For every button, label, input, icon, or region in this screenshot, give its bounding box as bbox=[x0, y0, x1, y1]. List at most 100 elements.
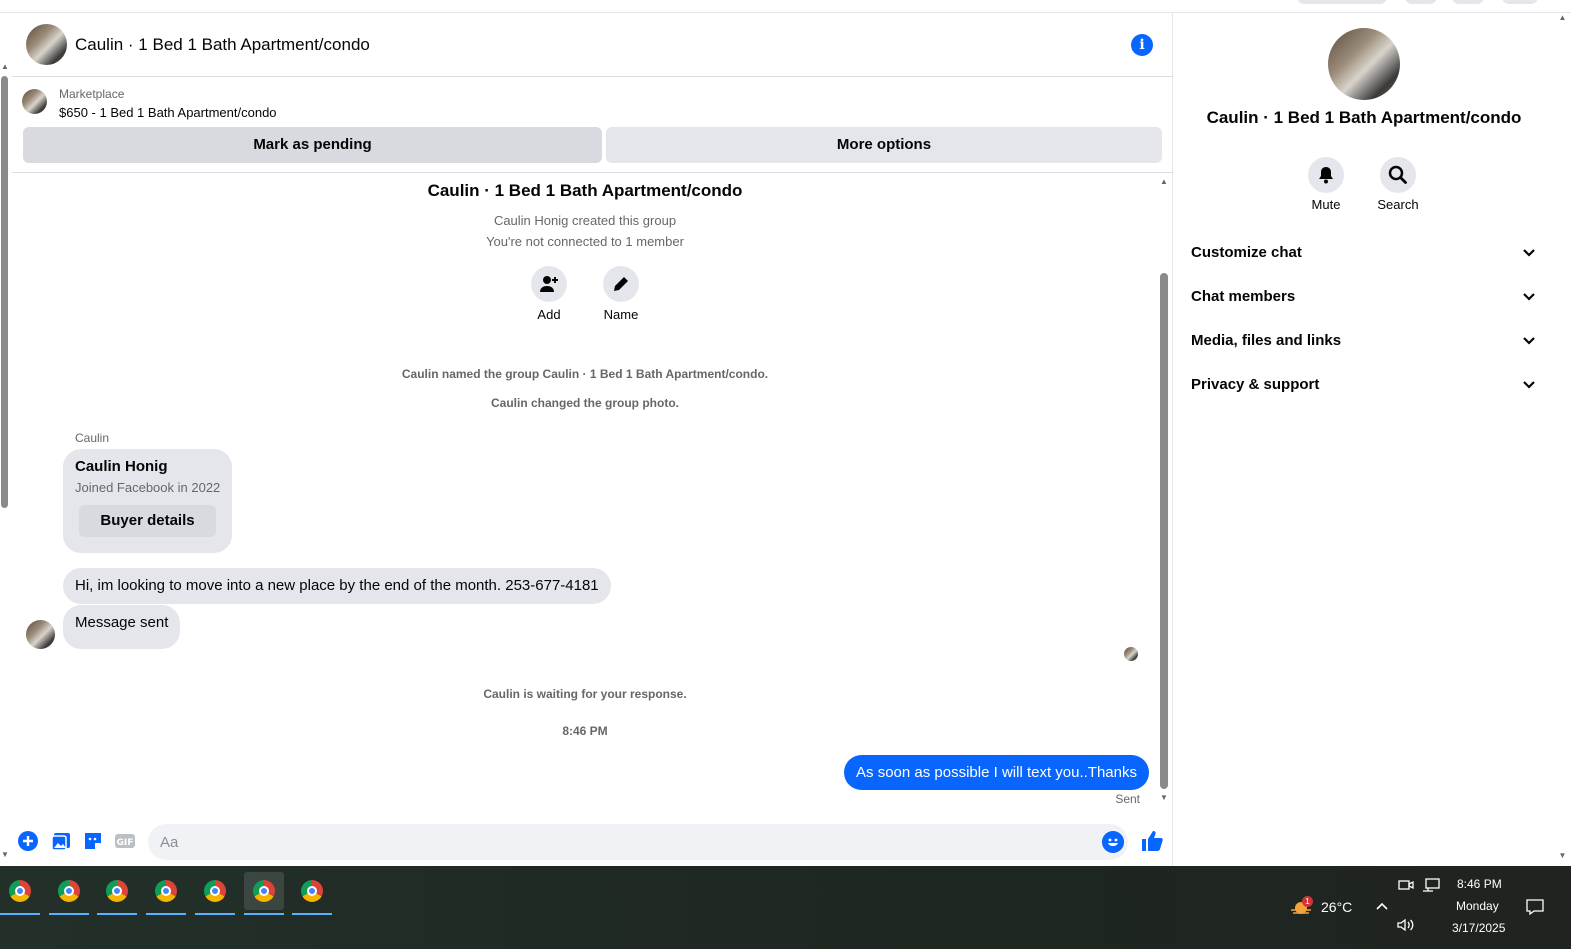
chat-panel: Caulin · 1 Bed 1 Bath Apartment/condo i … bbox=[12, 13, 1173, 866]
chevron-down-icon bbox=[1523, 337, 1535, 345]
marketplace-listing-bar: Marketplace $650 - 1 Bed 1 Bath Apartmen… bbox=[12, 77, 1173, 173]
chevron-down-icon bbox=[1523, 249, 1535, 257]
mark-as-pending-button[interactable]: Mark as pending bbox=[23, 127, 602, 163]
outgoing-message[interactable]: As soon as possible I will text you..Tha… bbox=[844, 755, 1149, 790]
plus-icon[interactable] bbox=[17, 830, 39, 852]
top-pill[interactable] bbox=[1297, 0, 1387, 4]
svg-text:GIF: GIF bbox=[117, 838, 134, 848]
sticker-icon[interactable] bbox=[82, 830, 104, 852]
page-scrollbar[interactable]: ▲ ▼ bbox=[1554, 13, 1571, 866]
message-thread: Caulin · 1 Bed 1 Bath Apartment/condo Ca… bbox=[12, 173, 1173, 818]
photo-icon[interactable] bbox=[50, 830, 72, 852]
running-indicator bbox=[292, 913, 332, 915]
top-icon[interactable] bbox=[1452, 0, 1484, 4]
gif-icon[interactable]: GIF bbox=[114, 830, 136, 852]
running-indicator bbox=[97, 913, 137, 915]
clock-time[interactable]: 8:46 PM bbox=[1457, 877, 1502, 891]
chrome-icon bbox=[204, 880, 226, 902]
clock-day[interactable]: Monday bbox=[1456, 899, 1499, 913]
section-label: Customize chat bbox=[1191, 244, 1302, 261]
taskbar-chrome-window[interactable] bbox=[146, 872, 186, 915]
thread-group-title: Caulin · 1 Bed 1 Bath Apartment/condo bbox=[427, 181, 743, 200]
listing-source: Marketplace bbox=[59, 87, 125, 101]
taskbar-chrome-window[interactable] bbox=[49, 872, 89, 915]
like-icon[interactable] bbox=[1140, 829, 1164, 853]
search-label: Search bbox=[1377, 197, 1419, 212]
sent-status: Sent bbox=[1115, 792, 1140, 806]
scroll-down-arrow[interactable]: ▼ bbox=[0, 850, 10, 859]
running-indicator bbox=[49, 913, 89, 915]
section-customize-chat[interactable]: Customize chat bbox=[1191, 231, 1541, 275]
scroll-up-arrow[interactable]: ▲ bbox=[0, 62, 10, 71]
scroll-down-arrow[interactable]: ▼ bbox=[1554, 851, 1571, 860]
emoji-icon[interactable] bbox=[1102, 831, 1124, 853]
sender-avatar[interactable] bbox=[26, 620, 55, 649]
chat-details-panel: Caulin · 1 Bed 1 Bath Apartment/condo Mu… bbox=[1174, 13, 1554, 866]
taskbar-chrome-window-active[interactable] bbox=[244, 872, 284, 915]
scroll-thumb[interactable] bbox=[1, 76, 8, 508]
chrome-icon bbox=[106, 880, 128, 902]
message-input[interactable] bbox=[160, 824, 1080, 860]
listing-price-title[interactable]: $650 - 1 Bed 1 Bath Apartment/condo bbox=[59, 105, 277, 120]
search-button[interactable] bbox=[1380, 157, 1416, 193]
left-scrollbar[interactable]: ▲ ▼ bbox=[0, 62, 10, 862]
buyer-card: Caulin Honig Joined Facebook in 2022 Buy… bbox=[63, 449, 232, 553]
scroll-thumb[interactable] bbox=[1160, 273, 1168, 789]
composer: GIF bbox=[12, 818, 1173, 866]
incoming-message[interactable]: Message sent bbox=[63, 605, 181, 649]
buyer-details-button[interactable]: Buyer details bbox=[79, 505, 216, 537]
taskbar-chrome-window[interactable] bbox=[97, 872, 137, 915]
running-indicator bbox=[0, 913, 40, 915]
chrome-icon bbox=[155, 880, 177, 902]
thread-scrollbar[interactable]: ▲ ▼ bbox=[1158, 177, 1170, 807]
temperature[interactable]: 26°C bbox=[1321, 899, 1352, 915]
seen-avatar bbox=[1124, 647, 1138, 661]
more-options-button[interactable]: More options bbox=[606, 127, 1162, 163]
sender-name: Caulin bbox=[75, 431, 110, 445]
section-label: Chat members bbox=[1191, 288, 1296, 305]
section-privacy-support[interactable]: Privacy & support bbox=[1191, 363, 1541, 407]
scroll-down-arrow[interactable]: ▼ bbox=[1158, 793, 1170, 802]
chat-title[interactable]: Caulin · 1 Bed 1 Bath Apartment/condo bbox=[75, 35, 370, 55]
taskbar-chrome-window[interactable] bbox=[195, 872, 235, 915]
system-message-photo: Caulin changed the group photo. bbox=[491, 396, 679, 410]
volume-icon[interactable] bbox=[1397, 918, 1415, 932]
notification-center-icon[interactable] bbox=[1525, 898, 1545, 916]
section-chat-members[interactable]: Chat members bbox=[1191, 275, 1541, 319]
add-member-button[interactable] bbox=[531, 266, 567, 302]
top-icon[interactable] bbox=[1405, 0, 1437, 4]
group-avatar[interactable] bbox=[26, 24, 67, 65]
weather-badge: 1 bbox=[1302, 896, 1313, 907]
listing-thumbnail[interactable] bbox=[22, 89, 47, 114]
waiting-note: Caulin is waiting for your response. bbox=[483, 687, 687, 701]
name-group-button[interactable] bbox=[603, 266, 639, 302]
section-label: Privacy & support bbox=[1191, 376, 1320, 393]
clock-date[interactable]: 3/17/2025 bbox=[1452, 921, 1505, 935]
scroll-up-arrow[interactable]: ▲ bbox=[1158, 177, 1170, 186]
chat-header: Caulin · 1 Bed 1 Bath Apartment/condo i bbox=[12, 13, 1173, 77]
meet-icon[interactable] bbox=[1398, 878, 1414, 892]
taskbar-chrome-window[interactable] bbox=[292, 872, 332, 915]
name-label: Name bbox=[603, 307, 639, 322]
network-icon[interactable] bbox=[1422, 878, 1440, 892]
details-avatar[interactable] bbox=[1328, 28, 1400, 100]
account-avatar[interactable] bbox=[1502, 0, 1538, 4]
chevron-up-icon[interactable] bbox=[1375, 900, 1389, 912]
buyer-name[interactable]: Caulin Honig bbox=[75, 458, 168, 475]
system-message-named: Caulin named the group Caulin · 1 Bed 1 … bbox=[401, 367, 769, 381]
message-input-wrapper[interactable] bbox=[148, 824, 1128, 860]
running-indicator bbox=[195, 913, 235, 915]
info-icon[interactable]: i bbox=[1131, 34, 1153, 56]
add-label: Add bbox=[537, 307, 561, 322]
chevron-down-icon bbox=[1523, 293, 1535, 301]
section-label: Media, files and links bbox=[1191, 332, 1342, 349]
running-indicator bbox=[146, 913, 186, 915]
bell-icon bbox=[1319, 167, 1333, 184]
messenger-window: ▲ ▼ Caulin · 1 Bed 1 Bath Apartment/cond… bbox=[0, 0, 1571, 866]
chevron-down-icon bbox=[1523, 381, 1535, 389]
mute-button[interactable] bbox=[1308, 157, 1344, 193]
section-media-files-links[interactable]: Media, files and links bbox=[1191, 319, 1541, 363]
incoming-message[interactable]: Hi, im looking to move into a new place … bbox=[63, 568, 611, 604]
taskbar-chrome-window[interactable] bbox=[0, 872, 40, 915]
scroll-up-arrow[interactable]: ▲ bbox=[1554, 13, 1571, 22]
